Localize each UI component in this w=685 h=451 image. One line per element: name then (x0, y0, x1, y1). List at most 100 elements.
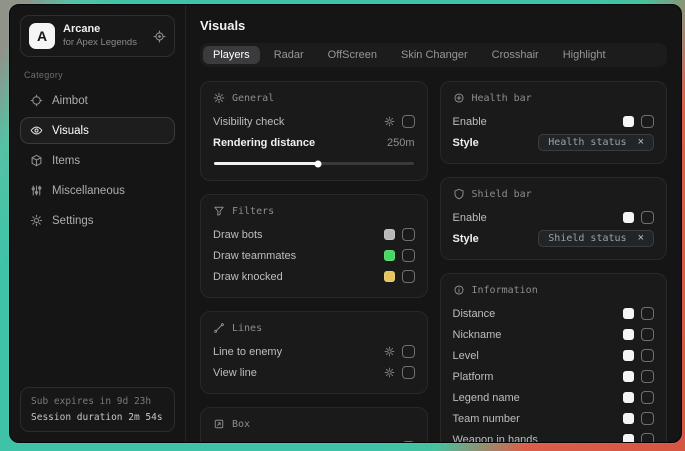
checkbox[interactable] (402, 249, 415, 262)
color-swatch[interactable] (623, 116, 634, 127)
checkbox[interactable] (641, 328, 654, 341)
checkbox[interactable] (641, 211, 654, 224)
row-nickname: Nickname (453, 324, 655, 345)
sidebar-item-miscellaneous[interactable]: Miscellaneous (20, 177, 175, 204)
tab-offscreen[interactable]: OffScreen (318, 46, 387, 64)
sidebar: A Arcane for Apex Legends Category Aimbo… (10, 5, 186, 442)
brand-logo: A (29, 23, 55, 49)
tab-highlight[interactable]: Highlight (553, 46, 616, 64)
style-select[interactable]: Health status × (538, 134, 654, 151)
target-icon[interactable] (153, 30, 166, 43)
checkbox[interactable] (641, 391, 654, 404)
row-label: Draw bots (213, 229, 263, 241)
style-select[interactable]: Shield status × (538, 230, 654, 247)
checkbox[interactable] (402, 270, 415, 283)
checkbox[interactable] (641, 115, 654, 128)
section-header-lines: Lines (213, 322, 415, 334)
tab-crosshair[interactable]: Crosshair (482, 46, 549, 64)
color-swatch[interactable] (623, 212, 634, 223)
sub-expires-text: Sub expires in 9d 23h (31, 396, 164, 407)
color-swatch[interactable] (623, 434, 634, 443)
row-platform: Platform (453, 366, 655, 387)
section-header-general: General (213, 92, 415, 104)
color-swatch[interactable] (384, 271, 395, 282)
row-label: Team number (453, 413, 520, 425)
section-title: General (232, 93, 274, 104)
remove-icon[interactable]: × (638, 137, 644, 148)
row-rendering-distance: Rendering distance 250m (213, 132, 415, 153)
checkbox[interactable] (402, 366, 415, 379)
slider-value: 250m (387, 137, 415, 149)
checkbox[interactable] (402, 228, 415, 241)
checkbox[interactable] (641, 412, 654, 425)
checkbox[interactable] (402, 115, 415, 128)
section-title: Box (232, 419, 250, 430)
checkbox[interactable] (402, 441, 415, 443)
row-label: Distance (453, 308, 496, 320)
sidebar-item-label: Miscellaneous (52, 185, 125, 197)
gear-icon[interactable] (384, 116, 395, 127)
color-swatch[interactable] (384, 442, 395, 443)
gear-icon[interactable] (384, 367, 395, 378)
card-general: General Visibility check Rendering dista… (200, 81, 428, 181)
brand-card: A Arcane for Apex Legends (20, 15, 175, 57)
color-swatch[interactable] (623, 329, 634, 340)
sidebar-item-settings[interactable]: Settings (20, 207, 175, 234)
style-value: Shield status (548, 233, 626, 244)
health-icon (453, 92, 465, 104)
eye-icon (30, 124, 43, 137)
color-swatch[interactable] (623, 371, 634, 382)
tab-radar[interactable]: Radar (264, 46, 314, 64)
sidebar-item-visuals[interactable]: Visuals (20, 117, 175, 144)
section-title: Shield bar (472, 189, 532, 200)
checkbox[interactable] (641, 349, 654, 362)
row-box-enable: Enable (213, 437, 415, 443)
color-swatch[interactable] (623, 413, 634, 424)
content-columns: General Visibility check Rendering dista… (200, 81, 667, 443)
line-icon (213, 322, 225, 334)
checkbox[interactable] (641, 370, 654, 383)
color-swatch[interactable] (623, 350, 634, 361)
row-shield-style: Style Shield status × (453, 228, 655, 249)
box-icon (213, 418, 225, 430)
tab-players[interactable]: Players (203, 46, 260, 64)
color-swatch[interactable] (623, 392, 634, 403)
color-swatch[interactable] (623, 308, 634, 319)
checkbox[interactable] (641, 307, 654, 320)
sidebar-item-label: Visuals (52, 125, 89, 137)
sun-icon (213, 92, 225, 104)
row-label: Nickname (453, 329, 502, 341)
sliders-icon (30, 184, 43, 197)
brand-text: Arcane for Apex Legends (63, 23, 137, 49)
tab-skin-changer[interactable]: Skin Changer (391, 46, 478, 64)
section-header-filters: Filters (213, 205, 415, 217)
sidebar-item-items[interactable]: Items (20, 147, 175, 174)
section-title: Filters (232, 206, 274, 217)
funnel-icon (213, 205, 225, 217)
row-label: Draw teammates (213, 250, 296, 262)
color-swatch[interactable] (384, 229, 395, 240)
row-label: Line to enemy (213, 346, 282, 358)
slider-fill (214, 162, 318, 165)
checkbox[interactable] (402, 345, 415, 358)
row-visibility-check: Visibility check (213, 111, 415, 132)
color-swatch[interactable] (384, 250, 395, 261)
row-label: Style (453, 233, 479, 245)
slider-knob[interactable] (314, 160, 321, 167)
remove-icon[interactable]: × (638, 233, 644, 244)
row-label: Enable (453, 212, 487, 224)
row-draw-teammates: Draw teammates (213, 245, 415, 266)
rendering-distance-slider[interactable] (214, 162, 414, 165)
session-duration-text: Session duration 2m 54s (31, 412, 164, 423)
checkbox[interactable] (641, 433, 654, 443)
category-label: Category (24, 70, 171, 80)
page-title: Visuals (200, 18, 667, 33)
gear-icon[interactable] (384, 346, 395, 357)
row-label: Enable (453, 116, 487, 128)
row-draw-knocked: Draw knocked (213, 266, 415, 287)
row-weapon-in-hands: Weapon in hands (453, 429, 655, 443)
sidebar-item-aimbot[interactable]: Aimbot (20, 87, 175, 114)
card-health-bar: Health bar Enable Style Health status (440, 81, 668, 164)
row-label: Draw knocked (213, 271, 283, 283)
row-health-enable: Enable (453, 111, 655, 132)
